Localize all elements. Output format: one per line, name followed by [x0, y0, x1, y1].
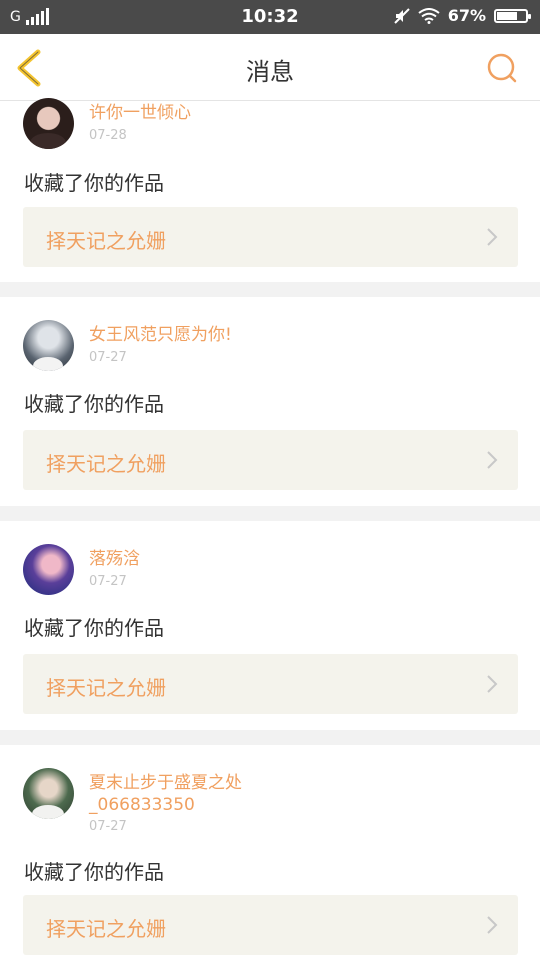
chevron-right-icon [487, 675, 498, 693]
avatar[interactable] [23, 98, 74, 149]
chevron-right-icon [487, 451, 498, 469]
message-date: 07-27 [89, 819, 127, 834]
username[interactable]: 许你一世倾心 [89, 102, 191, 124]
mute-icon [393, 7, 410, 24]
work-link[interactable]: 择天记之允姗 [23, 895, 518, 955]
message-date: 07-27 [89, 574, 127, 589]
status-bar: G 10:32 67% [0, 0, 540, 34]
action-text: 收藏了你的作品 [24, 392, 164, 416]
avatar[interactable] [23, 320, 74, 371]
battery-icon [494, 8, 531, 23]
message-item: 女王风范只愿为你! 07-27 收藏了你的作品 择天记之允姗 [0, 297, 540, 506]
work-title: 择天记之允姗 [46, 229, 166, 253]
message-item: 许你一世倾心 07-28 收藏了你的作品 择天记之允姗 [0, 98, 540, 282]
chevron-right-icon [487, 916, 498, 934]
work-title: 择天记之允姗 [46, 676, 166, 700]
battery-percent: 67% [447, 6, 486, 25]
avatar[interactable] [23, 544, 74, 595]
action-text: 收藏了你的作品 [24, 171, 164, 195]
action-text: 收藏了你的作品 [24, 616, 164, 640]
chevron-right-icon [487, 228, 498, 246]
action-text: 收藏了你的作品 [24, 860, 164, 884]
message-list: 许你一世倾心 07-28 收藏了你的作品 择天记之允姗 女王风范只愿为你! 07… [0, 98, 540, 975]
message-date: 07-27 [89, 350, 127, 365]
work-link[interactable]: 择天记之允姗 [23, 430, 518, 490]
username-continuation[interactable]: _066833350 [89, 794, 195, 816]
wifi-icon [418, 7, 440, 24]
message-item: 夏末止步于盛夏之处 _066833350 07-27 收藏了你的作品 择天记之允… [0, 745, 540, 975]
message-date: 07-28 [89, 128, 127, 143]
work-title: 择天记之允姗 [46, 917, 166, 941]
page-title: 消息 [246, 58, 294, 86]
work-link[interactable]: 择天记之允姗 [23, 207, 518, 267]
username[interactable]: 夏末止步于盛夏之处 [89, 772, 242, 794]
username[interactable]: 落殇浛 [89, 548, 140, 570]
work-link[interactable]: 择天记之允姗 [23, 654, 518, 714]
app-header: 消息 [0, 34, 540, 101]
username[interactable]: 女王风范只愿为你! [89, 324, 232, 346]
message-item: 落殇浛 07-27 收藏了你的作品 择天记之允姗 [0, 521, 540, 730]
work-title: 择天记之允姗 [46, 452, 166, 476]
search-icon[interactable] [486, 52, 518, 84]
avatar[interactable] [23, 768, 74, 819]
